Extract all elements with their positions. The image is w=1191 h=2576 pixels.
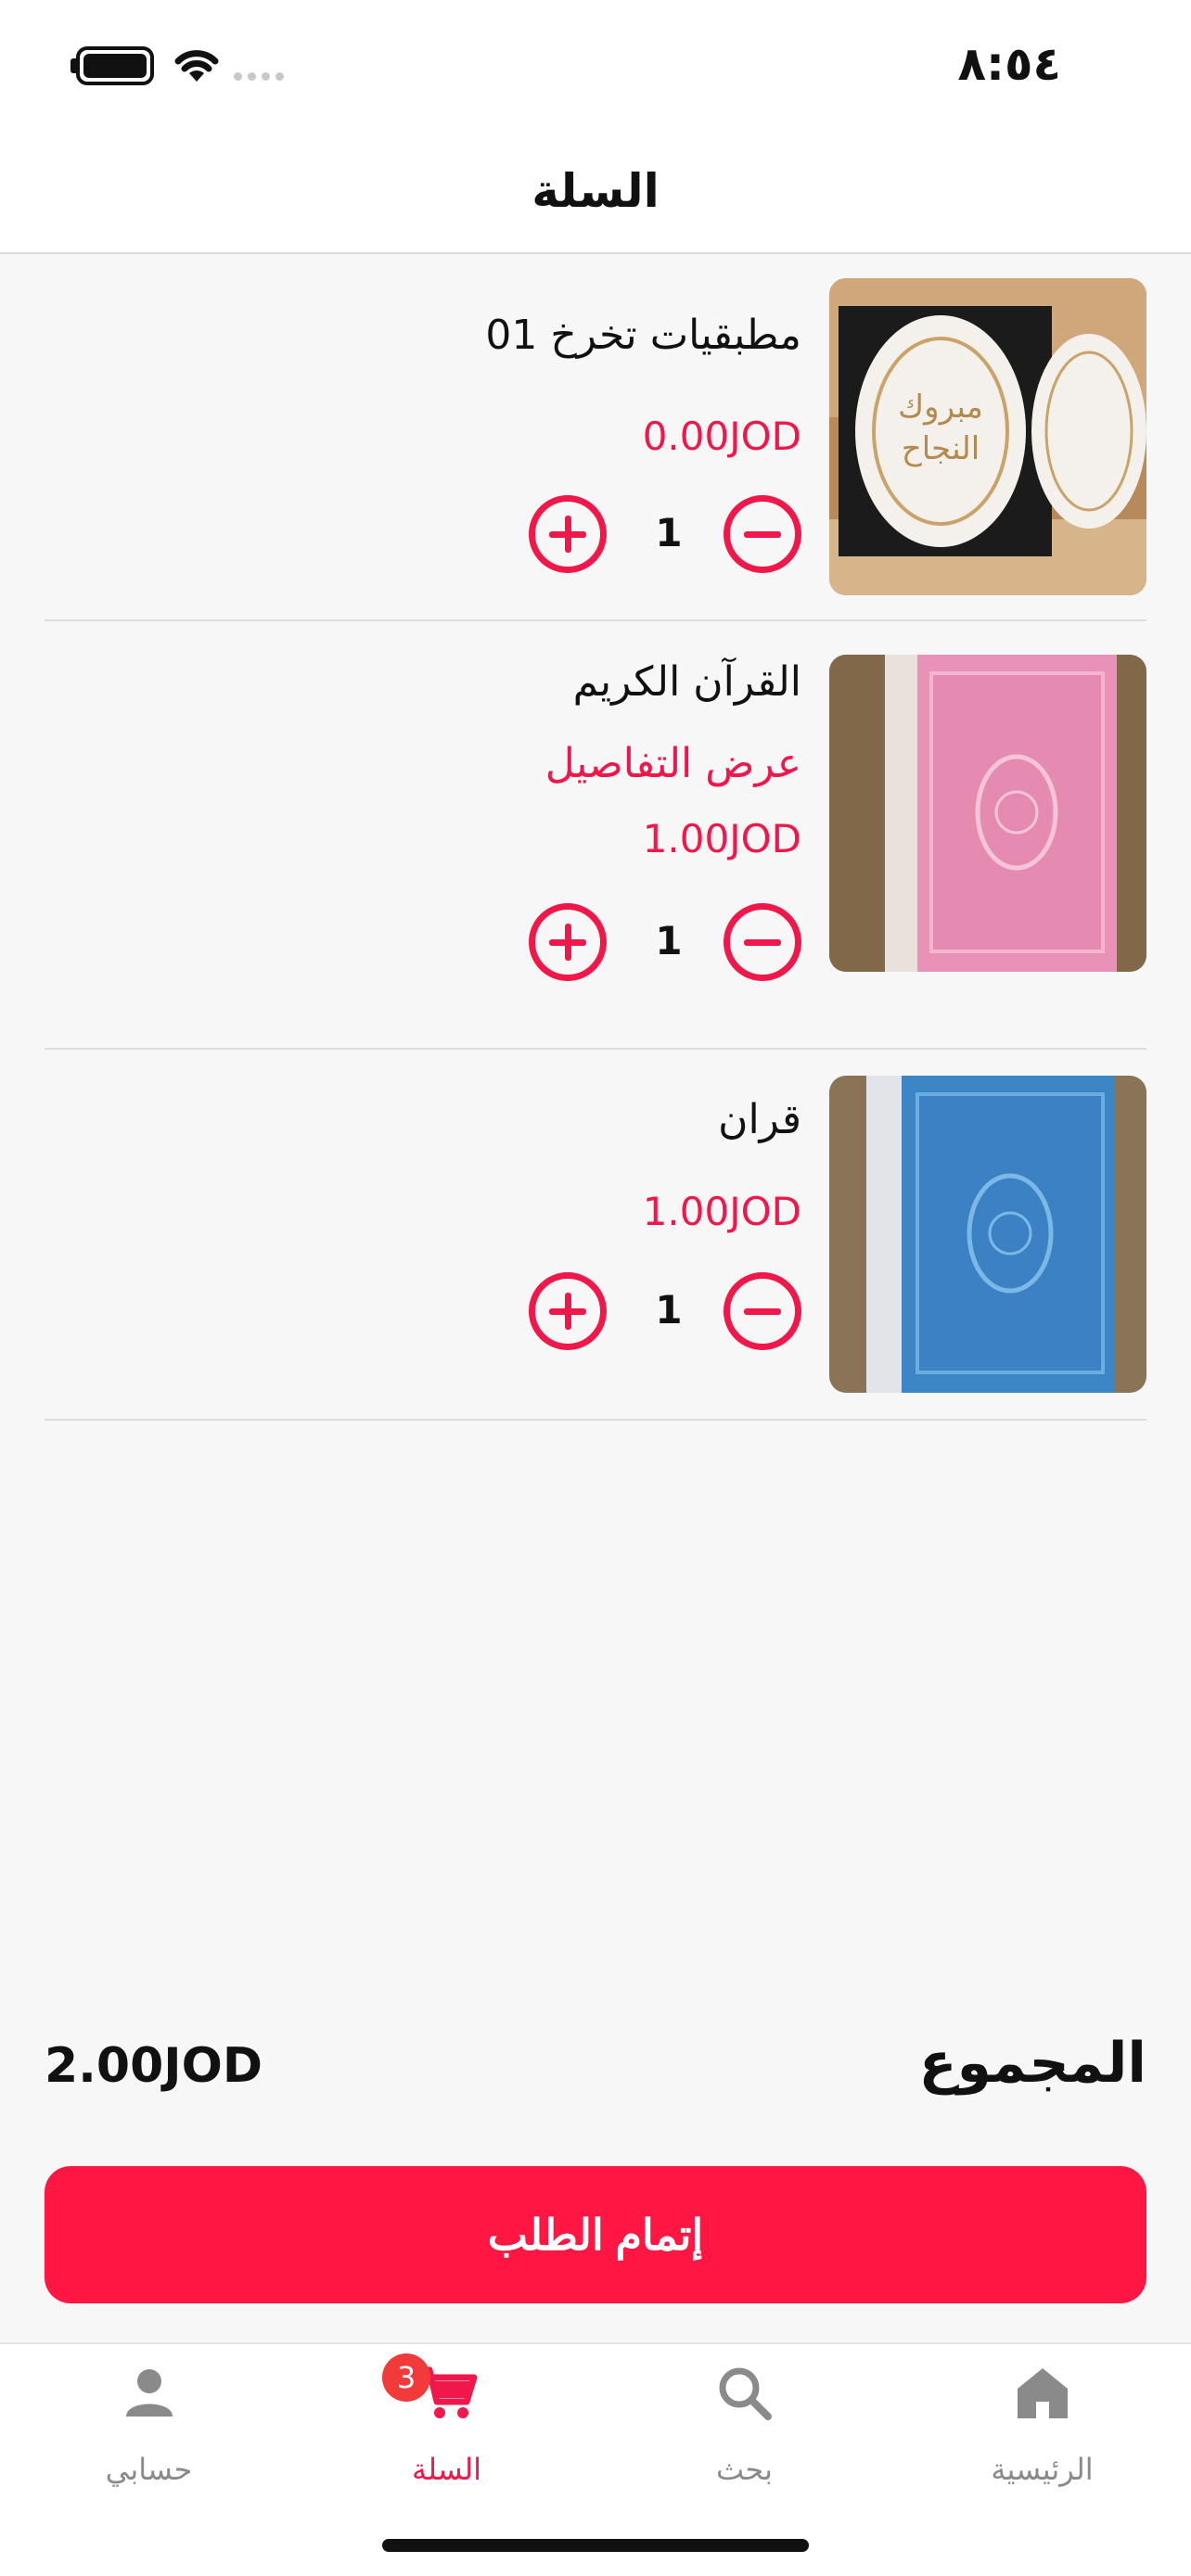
quantity-value: 1: [655, 510, 683, 555]
search-icon: [719, 2367, 772, 2420]
total-label: المجموع: [918, 2031, 1146, 2096]
minus-icon: [744, 530, 781, 538]
page-title: السلة: [531, 164, 660, 218]
tab-search[interactable]: بحث: [596, 2344, 893, 2511]
tab-account[interactable]: حسابي: [0, 2344, 298, 2511]
decrease-quantity-button[interactable]: [724, 495, 801, 573]
increase-quantity-button[interactable]: [529, 1272, 607, 1350]
tab-label: الرئيسية: [991, 2452, 1094, 2487]
product-name: القرآن الكريم: [572, 658, 801, 706]
signal-icon: [234, 72, 284, 81]
status-bar: ٨:٥٤: [0, 0, 1191, 130]
view-details-link[interactable]: عرض التفاصيل: [545, 740, 801, 787]
decrease-quantity-button[interactable]: [724, 1272, 801, 1350]
minus-icon: [744, 938, 781, 946]
total-row: المجموع 2.00JOD: [45, 2031, 1146, 2105]
status-time: ٨:٥٤: [957, 37, 1061, 91]
home-indicator[interactable]: [382, 2539, 809, 2552]
product-name: مطبقيات تخرخ 01: [485, 312, 801, 359]
decrease-quantity-button[interactable]: [724, 903, 801, 981]
product-image[interactable]: مبروك النجاح: [829, 278, 1146, 595]
tab-label: حسابي: [105, 2452, 193, 2487]
product-price: 1.00JOD: [642, 816, 801, 861]
tab-label: السلة: [412, 2452, 481, 2487]
product-price: 1.00JOD: [642, 1189, 801, 1234]
cart-item[interactable]: القرآن الكريم عرض التفاصيل 1.00JOD 1: [45, 621, 1146, 1050]
increase-quantity-button[interactable]: [529, 495, 607, 573]
checkout-button[interactable]: إتمام الطلب: [45, 2166, 1146, 2303]
cart-item[interactable]: قران 1.00JOD 1: [45, 1050, 1146, 1421]
wifi-icon: [174, 50, 219, 82]
quantity-value: 1: [655, 918, 683, 963]
quantity-value: 1: [655, 1287, 683, 1333]
person-icon: [125, 2369, 173, 2417]
tab-home[interactable]: الرئيسية: [893, 2344, 1191, 2511]
svg-text:مبروك: مبروك: [898, 389, 983, 426]
tab-label: بحث: [716, 2452, 773, 2487]
product-image[interactable]: [829, 1076, 1146, 1393]
svg-text:النجاح: النجاح: [902, 430, 980, 467]
product-image[interactable]: [829, 655, 1146, 972]
increase-quantity-button[interactable]: [529, 903, 607, 981]
battery-icon: [76, 46, 154, 85]
cart-item[interactable]: مبروك النجاح مطبقيات تخرخ 01 0.00JOD 1: [45, 256, 1146, 621]
product-price: 0.00JOD: [642, 414, 801, 459]
cart-badge: 3: [382, 2353, 430, 2402]
battery-tip: [70, 58, 76, 73]
nav-bar: السلة: [0, 130, 1191, 254]
minus-icon: [744, 1307, 781, 1315]
home-icon: [1017, 2368, 1068, 2418]
total-value: 2.00JOD: [45, 2038, 263, 2094]
product-name: قران: [718, 1096, 801, 1143]
tab-cart[interactable]: السلة: [298, 2344, 596, 2511]
